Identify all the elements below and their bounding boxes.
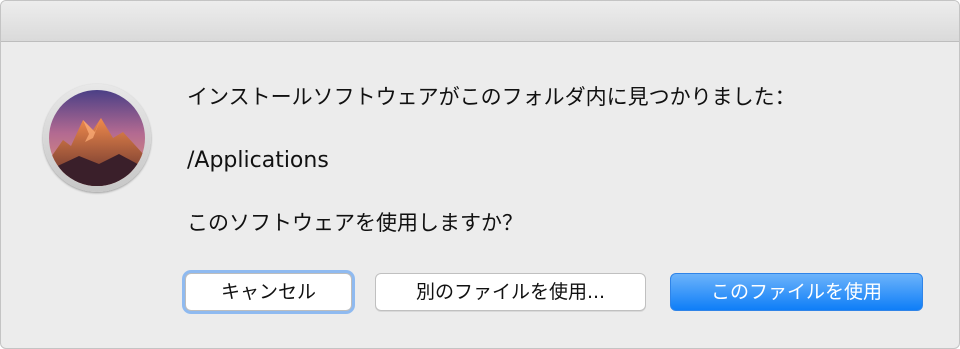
installer-dialog: インストールソフトウェアがこのフォルダ内に見つかりました： /Applicati… — [0, 0, 960, 349]
confirm-question: このソフトウェアを使用しますか？ — [187, 211, 523, 235]
folder-path: /Applications — [187, 148, 329, 173]
macos-sierra-icon — [43, 84, 151, 192]
found-message: インストールソフトウェアがこのフォルダ内に見つかりました： — [187, 85, 796, 109]
title-bar[interactable] — [1, 1, 959, 42]
use-this-file-button[interactable]: このファイルを使用 — [670, 273, 923, 311]
use-other-file-button[interactable]: 別のファイルを使用... — [375, 273, 646, 311]
cancel-button[interactable]: キャンセル — [185, 273, 352, 311]
